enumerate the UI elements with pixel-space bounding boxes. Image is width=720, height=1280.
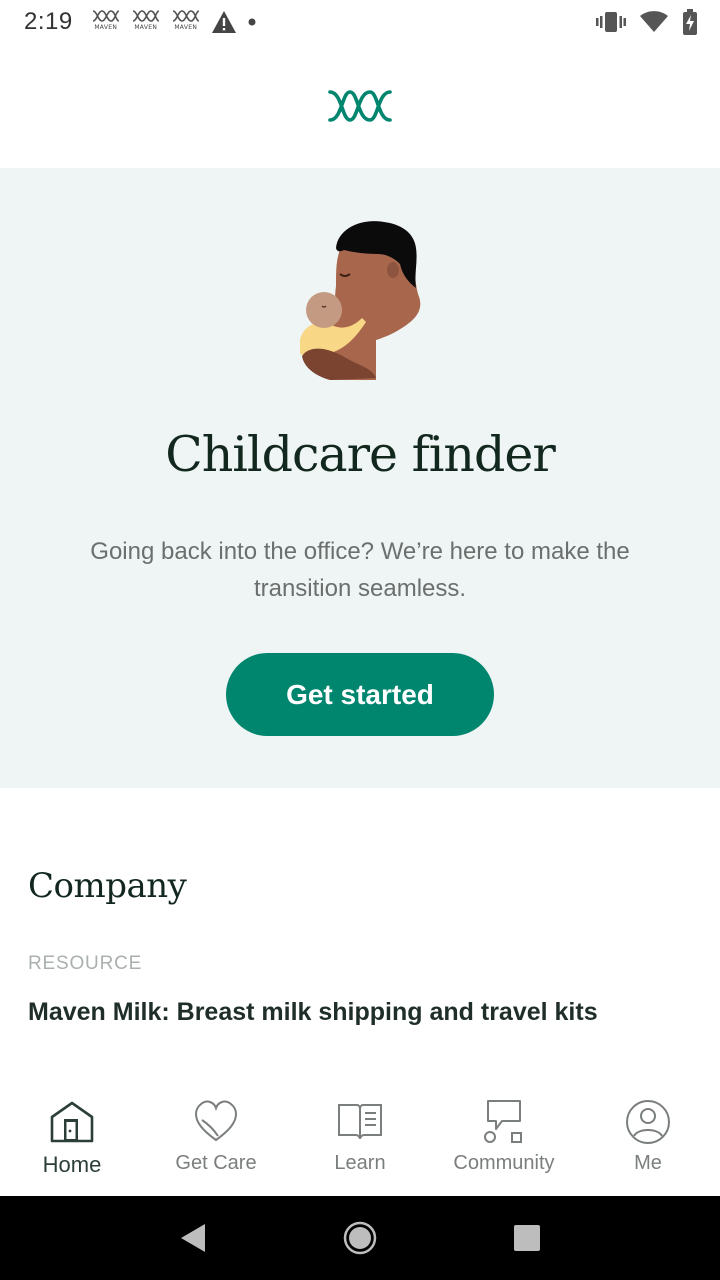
home-button-icon[interactable] (340, 1218, 380, 1258)
nav-label: Me (634, 1152, 662, 1174)
maven-notification-icon: MAVEN (131, 9, 161, 35)
notification-label: MAVEN (134, 24, 158, 31)
warning-icon (211, 11, 236, 33)
company-section-title: Company (28, 866, 187, 906)
hero-description: Going back into the office? We’re here t… (90, 538, 630, 602)
notification-label: MAVEN (94, 24, 118, 31)
notification-label: MAVEN (174, 24, 198, 31)
get-started-button[interactable]: Get started (226, 653, 494, 736)
status-time: 2:19 (24, 8, 73, 35)
nav-label: Learn (334, 1152, 386, 1174)
nav-item-learn[interactable]: Learn (288, 1086, 432, 1196)
nav-label: Get Care (175, 1152, 257, 1174)
system-nav-bar (0, 1196, 720, 1280)
parent-baby-illustration (300, 221, 421, 380)
bottom-nav: Home Get Care Learn Community Me (0, 1086, 720, 1196)
dot-icon (248, 18, 256, 26)
childcare-finder-card: Childcare finder Going back into the off… (0, 168, 720, 788)
resource-tag: RESOURCE (28, 953, 143, 974)
maven-notification-icon: MAVEN (171, 9, 201, 35)
back-icon[interactable] (173, 1218, 213, 1258)
vibrate-icon (596, 12, 626, 32)
recents-icon[interactable] (507, 1218, 547, 1258)
profile-icon (624, 1098, 672, 1146)
home-icon (48, 1098, 96, 1146)
app-header (0, 44, 720, 168)
heart-icon (192, 1098, 240, 1146)
maven-notification-icon: MAVEN (91, 9, 121, 35)
notification-icons: MAVEN MAVEN MAVEN (91, 9, 257, 35)
hero-title: Childcare finder (165, 426, 556, 483)
wifi-icon (640, 11, 668, 32)
book-icon (336, 1098, 384, 1146)
status-right (596, 9, 698, 35)
nav-item-community[interactable]: Community (432, 1086, 576, 1196)
nav-item-me[interactable]: Me (576, 1086, 720, 1196)
status-bar: 2:19 MAVEN MAVEN MAVEN (0, 0, 720, 44)
resource-link[interactable]: Maven Milk: Breast milk shipping and tra… (28, 998, 598, 1027)
chat-icon (480, 1098, 528, 1146)
nav-label: Community (453, 1152, 555, 1174)
maven-logo-icon (328, 90, 392, 122)
nav-item-get-care[interactable]: Get Care (144, 1086, 288, 1196)
nav-item-home[interactable]: Home (0, 1086, 144, 1196)
nav-label: Home (42, 1152, 102, 1177)
battery-icon (683, 9, 697, 35)
